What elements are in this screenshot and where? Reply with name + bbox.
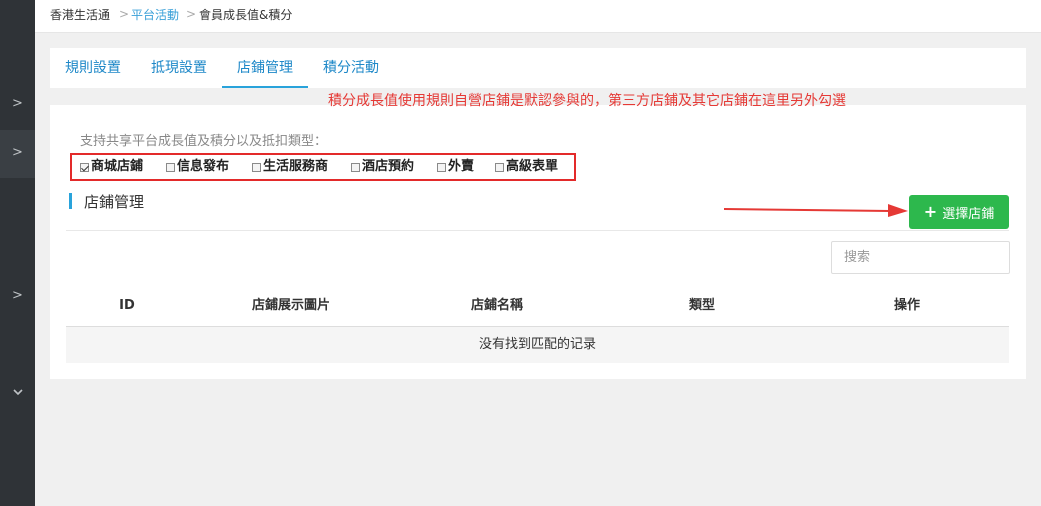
- chevron-down-icon[interactable]: [0, 386, 35, 400]
- breadcrumb-home[interactable]: 香港生活通: [50, 8, 110, 22]
- breadcrumb-separator: >: [119, 7, 130, 21]
- empty-message: 没有找到匹配的记录: [478, 337, 596, 352]
- checkbox[interactable]: [495, 162, 504, 172]
- table-row: 没有找到匹配的记录: [66, 327, 1009, 363]
- tab-rule-settings[interactable]: 規則設置: [65, 60, 121, 76]
- select-store-label: 選擇店鋪: [942, 206, 995, 222]
- search-input[interactable]: [831, 241, 1010, 274]
- chevron-right-icon[interactable]: >: [0, 146, 35, 160]
- breadcrumb-separator: >: [186, 7, 197, 21]
- checkbox[interactable]: [252, 162, 261, 172]
- section-accent-bar: [69, 193, 72, 209]
- option-life-service[interactable]: 生活服務商: [252, 159, 328, 175]
- tab-store-management[interactable]: 店鋪管理: [237, 60, 293, 76]
- chevron-right-icon[interactable]: >: [0, 289, 35, 303]
- tab-points-activity[interactable]: 積分活動: [323, 60, 379, 76]
- option-label: 高級表單: [506, 159, 559, 174]
- chevron-right-icon[interactable]: >: [0, 97, 35, 111]
- option-label: 生活服務商: [263, 159, 329, 174]
- option-advanced-form[interactable]: 高級表單: [495, 159, 558, 175]
- annotation-note: 積分成長值使用規則自營店鋪是默認參與的，第三方店鋪及其它店鋪在這里另外勾選: [328, 93, 846, 109]
- column-header-id: ID: [119, 298, 135, 313]
- checkbox-checked[interactable]: [80, 162, 89, 172]
- tab-bar: 規則設置 抵現設置 店鋪管理 積分活動: [50, 48, 1026, 88]
- breadcrumb-parent[interactable]: 平台活動: [131, 8, 179, 22]
- select-store-button[interactable]: + 選擇店鋪: [909, 195, 1009, 229]
- support-label: 支持共享平台成長值及積分以及抵扣類型：: [80, 134, 328, 149]
- checkbox[interactable]: [437, 162, 446, 172]
- section-title: 店鋪管理: [84, 193, 145, 211]
- plus-icon: +: [923, 202, 938, 221]
- option-takeaway[interactable]: 外賣: [437, 159, 474, 175]
- left-sidebar: > > >: [0, 0, 35, 506]
- breadcrumb-current: 會員成長值&積分: [199, 8, 293, 22]
- column-header-type: 類型: [688, 298, 716, 313]
- checkbox[interactable]: [351, 162, 360, 172]
- column-header-name: 店鋪名稱: [470, 298, 524, 313]
- column-header-actions: 操作: [893, 298, 921, 313]
- arrow-right-icon: [724, 204, 908, 217]
- divider: [66, 230, 1009, 231]
- option-label: 酒店預約: [362, 159, 415, 174]
- option-info-publish[interactable]: 信息發布: [166, 159, 229, 175]
- option-label: 商城店鋪: [91, 159, 144, 174]
- column-header-image: 店鋪展示圖片: [251, 298, 331, 313]
- option-mall-store[interactable]: 商城店鋪: [80, 159, 143, 175]
- breadcrumb: 香港生活通 > 平台活動 > 會員成長值&積分: [35, 0, 1041, 33]
- option-hotel-booking[interactable]: 酒店預約: [351, 159, 414, 175]
- option-label: 信息發布: [177, 159, 230, 174]
- tab-deduction-settings[interactable]: 抵現設置: [151, 60, 207, 76]
- checkbox[interactable]: [166, 162, 175, 172]
- option-label: 外賣: [448, 159, 475, 174]
- active-tab-indicator: [222, 86, 308, 88]
